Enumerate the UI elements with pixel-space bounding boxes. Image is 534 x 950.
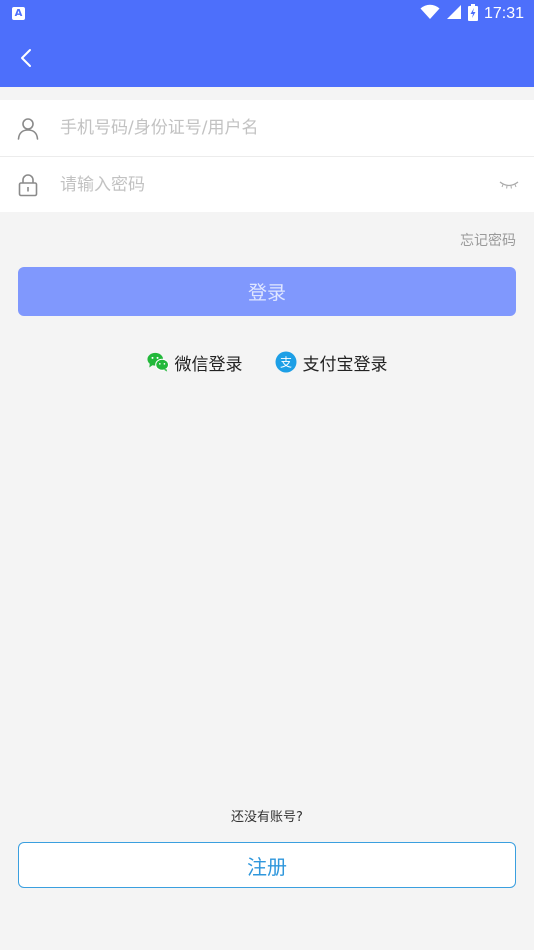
login-form [0,100,534,212]
wechat-icon [146,351,169,373]
password-input[interactable] [60,165,494,205]
alipay-icon: 支 [275,351,297,373]
username-row [0,100,534,157]
eye-closed-icon[interactable] [498,178,520,192]
cell-signal-icon [446,4,462,24]
alipay-login-label: 支付宝登录 [302,354,388,375]
svg-text:支: 支 [279,356,291,370]
back-button[interactable] [10,42,42,74]
app-notification-icon: A [12,7,25,20]
wechat-login-button[interactable]: 微信登录 [146,350,243,375]
username-input[interactable] [60,108,494,148]
lock-icon [16,173,40,197]
wechat-login-label: 微信登录 [174,354,243,375]
password-row [0,157,534,213]
third-party-login: 微信登录 支 支付宝登录 [0,348,534,376]
chevron-left-icon [21,49,31,67]
login-button[interactable]: 登录 [18,267,516,316]
alipay-login-button[interactable]: 支 支付宝登录 [275,350,388,375]
forgot-password-link[interactable]: 忘记密码 [460,230,516,250]
battery-charging-icon [467,3,478,25]
user-icon [16,116,40,140]
no-account-text: 还没有账号? [231,810,303,825]
nav-bar [0,28,534,87]
status-bar: A 17:31 [0,0,534,28]
wifi-icon [420,4,440,24]
status-indicators: 17:31 [420,3,524,25]
status-time: 17:31 [483,5,524,22]
register-button[interactable]: 注册 [18,842,516,888]
